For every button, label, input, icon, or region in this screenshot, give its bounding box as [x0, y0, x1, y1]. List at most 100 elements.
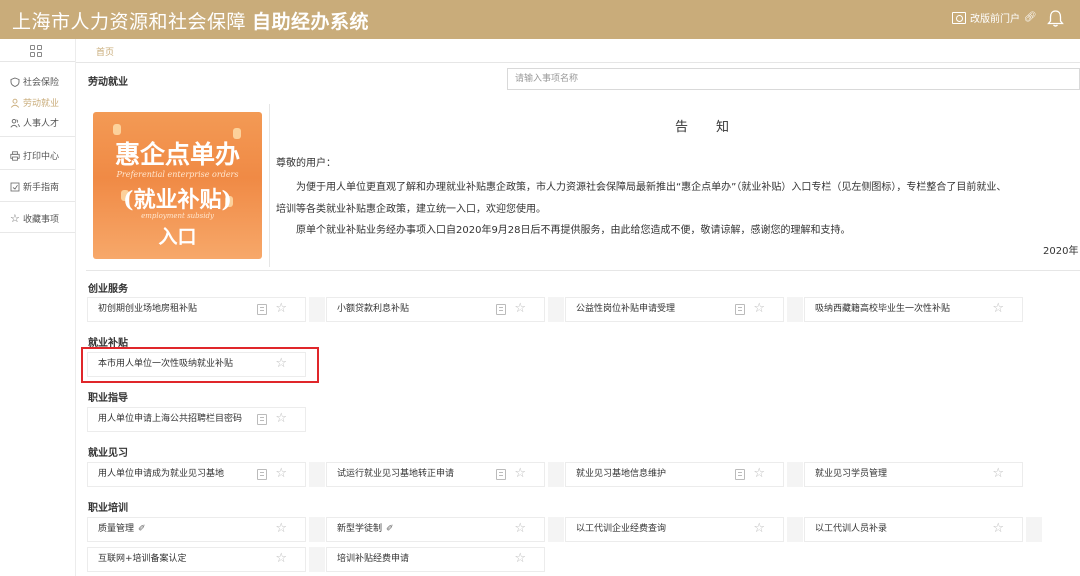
- old-portal-link[interactable]: 改版前门户 🔗︎: [952, 10, 1037, 25]
- star-icon[interactable]: ☆: [992, 522, 1004, 536]
- document-icon[interactable]: [257, 304, 267, 315]
- star-icon[interactable]: ☆: [992, 302, 1004, 316]
- portal-icon: [952, 11, 966, 24]
- sidebar-item-favorites[interactable]: ☆ 收藏事项: [10, 211, 60, 226]
- top-header: 上海市人力资源和社会保障 自助经办系统 改版前门户 🔗︎: [0, 0, 1080, 39]
- menu-grid-icon[interactable]: [30, 45, 42, 57]
- notice-date: 2020年: [1043, 246, 1079, 257]
- star-icon[interactable]: ☆: [514, 302, 526, 316]
- star-icon[interactable]: ☆: [275, 467, 287, 481]
- star-icon[interactable]: ☆: [753, 467, 765, 481]
- printer-icon: [10, 150, 20, 161]
- card-gap: [1026, 517, 1042, 542]
- sidebar-item-social-insurance[interactable]: 社会保险: [10, 75, 59, 88]
- app-title: 上海市人力资源和社会保障 自助经办系统: [12, 7, 369, 34]
- notice-divider: [269, 104, 270, 267]
- card-gap: [309, 547, 325, 572]
- card-gap: [787, 462, 803, 487]
- card-gap: [548, 517, 564, 542]
- service-card[interactable]: 质量管理 ✐ ☆: [87, 517, 306, 542]
- banner-subheading-en: employment subsidy: [141, 212, 214, 220]
- star-icon[interactable]: ☆: [992, 467, 1004, 481]
- service-card[interactable]: 公益性岗位补贴申请受理 ☆: [565, 297, 784, 322]
- notice-greeting: 尊敬的用户：: [276, 158, 336, 169]
- sidebar-item-label: 社会保险: [23, 78, 60, 88]
- service-card[interactable]: 用人单位申请成为就业见习基地 ☆: [87, 462, 306, 487]
- star-icon[interactable]: ☆: [275, 412, 287, 426]
- banner-heading: 惠企点单办: [114, 140, 240, 169]
- service-card[interactable]: 用人单位申请上海公共招聘栏目密码 ☆: [87, 407, 306, 432]
- people-icon: [10, 118, 20, 128]
- service-card[interactable]: 以工代训企业经费查询 ☆: [565, 517, 784, 542]
- card-gap: [787, 297, 803, 322]
- app-title-main: 上海市人力资源和社会保障: [12, 11, 247, 33]
- service-label: 就业见习学员管理: [815, 469, 888, 479]
- category-title-entrepreneurship: 创业服务: [88, 284, 128, 295]
- category-title-career-guidance: 职业指导: [88, 393, 128, 404]
- link-icon: 🔗︎: [1024, 12, 1037, 23]
- sidebar-item-label: 新手指南: [23, 183, 60, 193]
- service-card[interactable]: 就业见习学员管理 ☆: [804, 462, 1023, 487]
- sidebar-item-personnel-talent[interactable]: 人事人才: [10, 116, 59, 129]
- star-icon[interactable]: ☆: [753, 302, 765, 316]
- paperclip-icon: ✐: [138, 524, 146, 534]
- service-label: 互联网+培训备案认定: [98, 554, 187, 564]
- sidebar: 社会保险 劳动就业 人事人才 打印中心 新手指南 ☆ 收藏事项: [0, 39, 76, 576]
- service-card[interactable]: 培训补贴经费申请 ☆: [326, 547, 545, 572]
- shield-icon: [10, 77, 20, 87]
- star-icon[interactable]: ☆: [514, 522, 526, 536]
- banner-subheading: (就业补贴): [123, 187, 232, 213]
- card-gap: [309, 297, 325, 322]
- category-title-vocational-training: 职业培训: [88, 503, 128, 514]
- service-card[interactable]: 小额贷款利息补贴 ☆: [326, 297, 545, 322]
- service-label: 以工代训企业经费查询: [576, 524, 667, 534]
- user-icon: [10, 98, 20, 108]
- sidebar-item-label: 打印中心: [23, 152, 60, 162]
- card-gap: [548, 462, 564, 487]
- bell-icon[interactable]: [1047, 9, 1064, 28]
- document-icon[interactable]: [496, 304, 506, 315]
- service-card[interactable]: 以工代训人员补录 ☆: [804, 517, 1023, 542]
- category-title-internship: 就业见习: [88, 448, 128, 459]
- card-gap: [309, 462, 325, 487]
- document-icon[interactable]: [257, 414, 267, 425]
- service-label: 培训补贴经费申请: [337, 554, 410, 564]
- star-icon[interactable]: ☆: [275, 302, 287, 316]
- subsidy-entry-banner[interactable]: 惠企点单办 Preferential enterprise orders (就业…: [93, 112, 262, 259]
- paperclip-icon: ✐: [386, 524, 394, 534]
- document-icon[interactable]: [257, 469, 267, 480]
- star-icon: ☆: [10, 211, 20, 225]
- breadcrumb-home[interactable]: 首页: [96, 45, 114, 58]
- star-icon[interactable]: ☆: [514, 467, 526, 481]
- star-icon[interactable]: ☆: [275, 522, 287, 536]
- sidebar-divider: [0, 232, 75, 233]
- service-card[interactable]: 吸纳西藏籍高校毕业生一次性补贴 ☆: [804, 297, 1023, 322]
- service-label: 试运行就业见习基地转正申请: [337, 469, 455, 479]
- document-icon[interactable]: [735, 304, 745, 315]
- service-label: 初创期创业场地房租补贴: [98, 304, 198, 314]
- breadcrumb-divider: [76, 62, 1080, 63]
- document-icon[interactable]: [496, 469, 506, 480]
- notice-paragraph: 培训等各类就业补贴惠企政策，建立统一入口，欢迎您使用。: [276, 204, 546, 215]
- card-gap: [787, 517, 803, 542]
- sidebar-item-label: 收藏事项: [23, 215, 60, 225]
- service-card[interactable]: 互联网+培训备案认定 ☆: [87, 547, 306, 572]
- service-label: 公益性岗位补贴申请受理: [576, 304, 676, 314]
- banner-entry-label: 入口: [158, 226, 197, 248]
- service-card[interactable]: 新型学徒制 ✐ ☆: [326, 517, 545, 542]
- service-card[interactable]: 试运行就业见习基地转正申请 ☆: [326, 462, 545, 487]
- star-icon[interactable]: ☆: [753, 522, 765, 536]
- sidebar-item-label: 人事人才: [23, 119, 60, 129]
- sidebar-item-print-center[interactable]: 打印中心: [10, 149, 59, 162]
- sidebar-item-labor-employment[interactable]: 劳动就业: [10, 96, 59, 109]
- service-card[interactable]: 就业见习基地信息维护 ☆: [565, 462, 784, 487]
- notice-title: 告知: [675, 120, 758, 135]
- sidebar-item-beginner-guide[interactable]: 新手指南: [10, 180, 59, 193]
- star-icon[interactable]: ☆: [514, 552, 526, 566]
- notice-paragraph: 为便于用人单位更直观了解和办理就业补贴惠企政策，市人力资源社会保障局最新推出“惠…: [296, 182, 1007, 193]
- document-icon[interactable]: [735, 469, 745, 480]
- service-label: 就业见习基地信息维护: [576, 469, 667, 479]
- search-input[interactable]: 请输入事项名称: [507, 68, 1080, 90]
- service-card[interactable]: 初创期创业场地房租补贴 ☆: [87, 297, 306, 322]
- star-icon[interactable]: ☆: [275, 552, 287, 566]
